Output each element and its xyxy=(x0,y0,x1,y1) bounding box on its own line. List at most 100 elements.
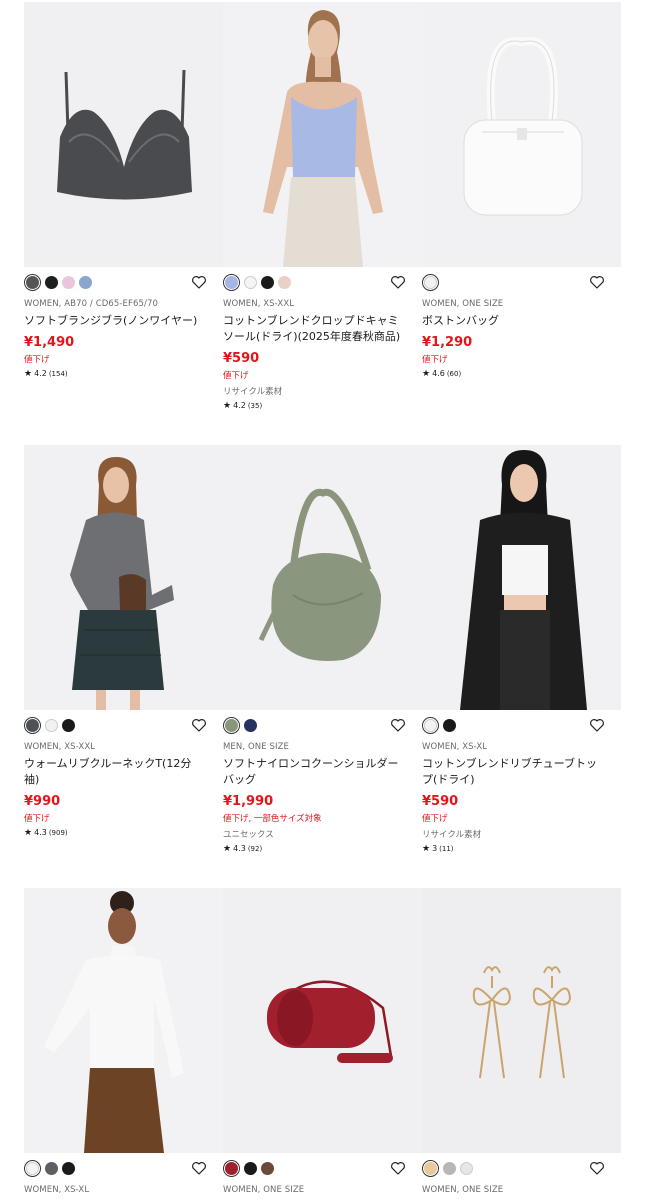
review-count: (11) xyxy=(439,845,454,853)
color-swatch[interactable] xyxy=(62,1161,75,1175)
color-swatch[interactable] xyxy=(79,275,92,289)
rating-value: 3 xyxy=(432,844,438,853)
color-swatch[interactable] xyxy=(261,1161,274,1175)
color-swatch[interactable] xyxy=(45,718,58,732)
color-swatch[interactable] xyxy=(424,275,437,289)
product-category: WOMEN, XS-XL xyxy=(422,742,488,752)
product-card[interactable]: WOMEN, ONE SIZE ボストンバッグ ¥1,290 値下げ ★ 4.6(… xyxy=(422,2,621,411)
color-swatches xyxy=(223,267,422,297)
heart-icon[interactable] xyxy=(390,274,406,290)
product-name[interactable]: ウォームリブクルーネックT(12分袖) xyxy=(24,756,204,788)
heart-icon[interactable] xyxy=(390,1160,406,1176)
product-price: ¥1,490 xyxy=(24,335,75,350)
heart-icon[interactable] xyxy=(589,717,605,733)
heart-icon[interactable] xyxy=(191,274,207,290)
product-name[interactable]: ソフトブランジブラ(ノンワイヤー) xyxy=(24,313,204,329)
product-image-shoulder-bag[interactable] xyxy=(223,445,422,710)
sale-label: 値下げ, 一部色サイズ対象 xyxy=(223,814,322,824)
heart-icon[interactable] xyxy=(589,274,605,290)
color-swatch[interactable] xyxy=(443,718,456,732)
product-card[interactable]: WOMEN, ONE SIZE xyxy=(422,888,621,1195)
color-swatch[interactable] xyxy=(26,275,39,289)
color-swatch[interactable] xyxy=(244,1161,257,1175)
sale-label: 値下げ xyxy=(223,371,249,381)
product-image-red-bag[interactable] xyxy=(223,888,422,1153)
product-image-rib-tee[interactable] xyxy=(24,445,223,710)
color-swatch[interactable] xyxy=(460,1161,473,1175)
rating-value: 4.2 xyxy=(34,369,47,378)
product-rating: ★ 4.6 (60) xyxy=(422,369,621,379)
product-card[interactable]: MEN, ONE SIZE ソフトナイロンコクーンショルダーバッグ ¥1,990… xyxy=(223,445,422,854)
product-row: WOMEN, XS-XXL ウォームリブクルーネックT(12分袖) ¥990 値… xyxy=(24,445,622,854)
product-card[interactable]: WOMEN, XS-XL xyxy=(24,888,223,1195)
star-icon: ★ xyxy=(422,844,431,854)
color-swatch[interactable] xyxy=(443,1161,456,1175)
color-swatch[interactable] xyxy=(261,275,274,289)
rating-value: 4.3 xyxy=(34,828,47,837)
color-swatch[interactable] xyxy=(225,718,238,732)
color-swatches xyxy=(223,1153,422,1183)
sale-label: 値下げ xyxy=(422,355,448,365)
color-swatches xyxy=(422,1153,621,1183)
product-image-turtleneck[interactable] xyxy=(24,888,223,1153)
color-swatch[interactable] xyxy=(424,1161,437,1175)
color-swatches xyxy=(223,710,422,740)
heart-icon[interactable] xyxy=(191,717,207,733)
review-count: (35) xyxy=(247,402,263,410)
product-rating: ★ 4.2 (154) xyxy=(24,369,223,379)
product-category: WOMEN, ONE SIZE xyxy=(223,1185,305,1195)
product-category: WOMEN, ONE SIZE xyxy=(422,1185,504,1195)
heart-icon[interactable] xyxy=(191,1160,207,1176)
color-swatch[interactable] xyxy=(45,1161,58,1175)
review-count: (154) xyxy=(48,370,68,378)
review-count: (909) xyxy=(48,829,68,837)
product-name[interactable]: ボストンバッグ xyxy=(422,313,602,329)
color-swatch[interactable] xyxy=(244,275,257,289)
product-row: WOMEN, AB70 / CD65-EF65/70 ソフトブランジブラ(ノンワ… xyxy=(24,2,622,411)
color-swatch[interactable] xyxy=(225,1161,238,1175)
rating-value: 4.6 xyxy=(432,369,445,378)
product-rating: ★ 4.2 (35) xyxy=(223,401,422,411)
product-category: WOMEN, XS-XXL xyxy=(24,742,96,752)
product-card[interactable]: WOMEN, XS-XXL ウォームリブクルーネックT(12分袖) ¥990 値… xyxy=(24,445,223,854)
product-price: ¥590 xyxy=(422,794,459,809)
product-price: ¥590 xyxy=(223,351,260,366)
product-image-bra[interactable] xyxy=(24,2,223,267)
product-card[interactable]: WOMEN, XS-XXL コットンブレンドクロップドキャミソール(ドライ)(2… xyxy=(223,2,422,411)
heart-icon[interactable] xyxy=(589,1160,605,1176)
product-image-ribbon-earrings[interactable] xyxy=(422,888,621,1153)
rating-value: 4.3 xyxy=(233,844,246,853)
product-name[interactable]: コットンブレンドリブチューブトップ(ドライ) xyxy=(422,756,602,788)
product-rating: ★ 4.3 (909) xyxy=(24,828,223,838)
color-swatches xyxy=(24,710,223,740)
star-icon: ★ xyxy=(223,401,232,411)
product-image-tube-top[interactable] xyxy=(422,445,621,710)
product-rating: ★ 3 (11) xyxy=(422,844,621,854)
product-card[interactable]: WOMEN, ONE SIZE xyxy=(223,888,422,1195)
color-swatch[interactable] xyxy=(424,718,437,732)
product-card[interactable]: WOMEN, AB70 / CD65-EF65/70 ソフトブランジブラ(ノンワ… xyxy=(24,2,223,411)
product-price: ¥1,990 xyxy=(223,794,274,809)
product-image-camisole[interactable] xyxy=(223,2,422,267)
heart-icon[interactable] xyxy=(390,717,406,733)
sale-label: 値下げ xyxy=(24,355,50,365)
color-swatch[interactable] xyxy=(244,718,257,732)
product-category: WOMEN, AB70 / CD65-EF65/70 xyxy=(24,299,159,309)
review-count: (92) xyxy=(247,845,263,853)
product-note: リサイクル素材 xyxy=(422,830,482,840)
color-swatch[interactable] xyxy=(225,275,238,289)
color-swatch[interactable] xyxy=(45,275,58,289)
product-category: MEN, ONE SIZE xyxy=(223,742,289,752)
color-swatch[interactable] xyxy=(26,1161,39,1175)
color-swatches xyxy=(422,267,621,297)
product-name[interactable]: コットンブレンドクロップドキャミソール(ドライ)(2025年度春秋商品) xyxy=(223,313,403,345)
product-name[interactable]: ソフトナイロンコクーンショルダーバッグ xyxy=(223,756,403,788)
product-card[interactable]: WOMEN, XS-XL コットンブレンドリブチューブトップ(ドライ) ¥590… xyxy=(422,445,621,854)
product-image-boston-bag[interactable] xyxy=(422,2,621,267)
product-category: WOMEN, XS-XXL xyxy=(223,299,295,309)
color-swatch[interactable] xyxy=(62,718,75,732)
color-swatch[interactable] xyxy=(26,718,39,732)
product-rating: ★ 4.3 (92) xyxy=(223,844,422,854)
color-swatch[interactable] xyxy=(62,275,75,289)
color-swatch[interactable] xyxy=(278,275,291,289)
